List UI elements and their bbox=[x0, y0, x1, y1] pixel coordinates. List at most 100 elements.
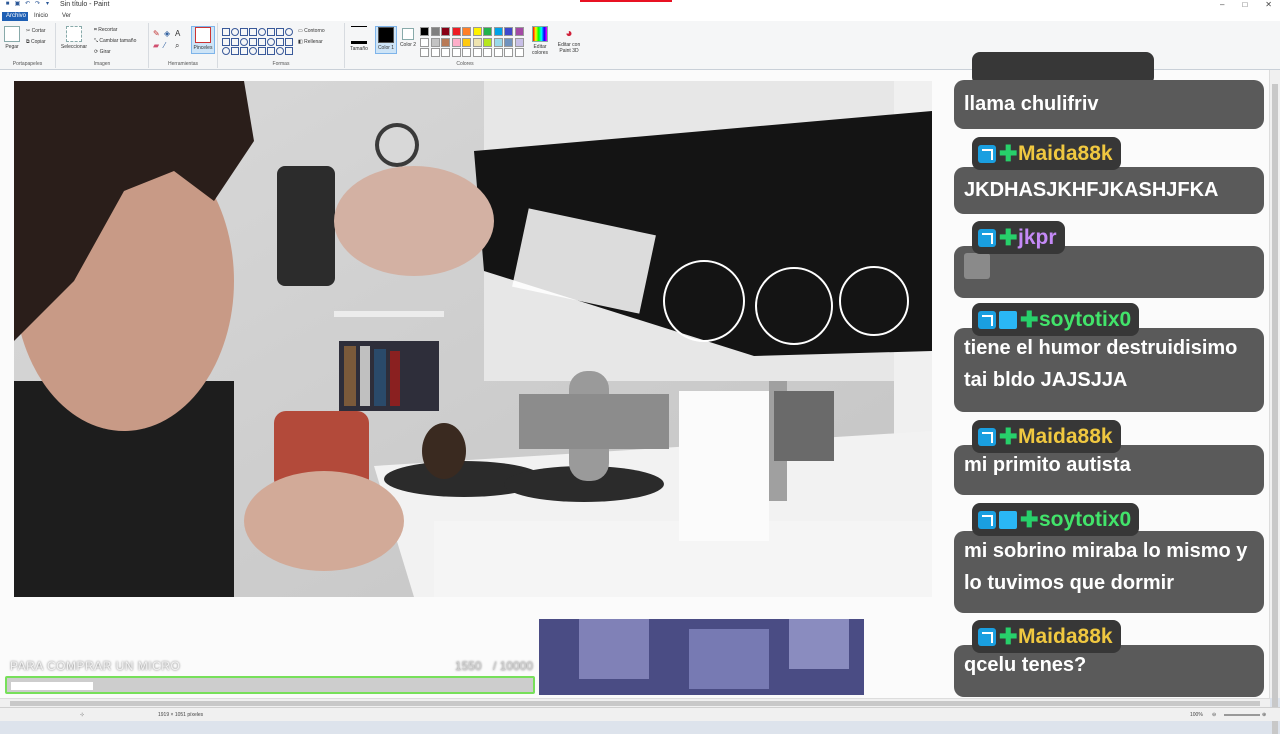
shape-tool-icon[interactable] bbox=[258, 47, 266, 55]
shape-tool-icon[interactable] bbox=[285, 37, 293, 46]
tab-home[interactable]: Inicio bbox=[30, 12, 52, 21]
shape-tool-icon[interactable] bbox=[276, 28, 284, 36]
outline-icon: ▭ bbox=[298, 28, 303, 34]
edit-colors-button[interactable]: Editar colores bbox=[528, 26, 552, 56]
resize-button[interactable]: ⤡ Cambiar tamaño bbox=[94, 38, 136, 44]
color-swatch[interactable] bbox=[441, 27, 450, 36]
custom-color-swatch[interactable] bbox=[430, 48, 440, 57]
color-swatch[interactable] bbox=[430, 37, 440, 47]
username-box: ✚ jkpr bbox=[972, 221, 1065, 254]
text-icon[interactable]: A bbox=[175, 29, 180, 38]
zoom-in-icon[interactable]: ⊕ bbox=[1262, 712, 1266, 718]
color-picker-icon[interactable]: ⁄ bbox=[164, 41, 165, 50]
shape-tool-icon[interactable] bbox=[231, 47, 239, 55]
color-swatch[interactable] bbox=[472, 37, 482, 47]
shape-tool-icon[interactable] bbox=[222, 28, 230, 36]
custom-color-swatch[interactable] bbox=[493, 48, 503, 57]
color-swatch[interactable] bbox=[504, 37, 513, 47]
webcam-scene bbox=[14, 81, 932, 597]
crop-button[interactable]: ⌗ Recortar bbox=[94, 27, 117, 33]
custom-color-swatch[interactable] bbox=[451, 48, 461, 57]
tab-view[interactable]: Ver bbox=[58, 12, 75, 21]
redo-icon[interactable]: ↷ bbox=[34, 1, 41, 8]
select-icon bbox=[66, 26, 82, 42]
undo-icon[interactable]: ↶ bbox=[24, 1, 31, 8]
shape-tool-icon[interactable] bbox=[222, 37, 230, 46]
custom-color-swatch[interactable] bbox=[441, 48, 450, 57]
copy-button[interactable]: ⧉ Copiar bbox=[26, 39, 46, 45]
shape-tool-icon[interactable] bbox=[240, 37, 248, 46]
eraser-icon[interactable]: ▰ bbox=[153, 41, 159, 50]
shape-tool-icon[interactable] bbox=[285, 28, 293, 36]
paste-button[interactable]: Pegar bbox=[4, 26, 20, 50]
color-swatch[interactable] bbox=[483, 27, 492, 36]
brushes-button[interactable]: Pinceles bbox=[191, 26, 215, 54]
shape-tool-icon[interactable] bbox=[276, 47, 284, 55]
shape-tool-icon[interactable] bbox=[285, 47, 293, 55]
minimize-icon[interactable]: – bbox=[1220, 0, 1224, 9]
colors-group: Tamaño Color 1 Color 2 Editar colores ◕ … bbox=[345, 23, 585, 68]
fill-bucket-icon[interactable]: ◈ bbox=[164, 29, 170, 38]
shape-tool-icon[interactable] bbox=[258, 37, 266, 46]
shape-tool-icon[interactable] bbox=[240, 47, 248, 55]
select-button[interactable]: Seleccionar bbox=[60, 26, 88, 50]
color1-button[interactable]: Color 1 bbox=[375, 26, 397, 54]
scroll-thumb[interactable] bbox=[10, 701, 1260, 706]
color-swatch[interactable] bbox=[514, 37, 524, 47]
shape-tool-icon[interactable] bbox=[267, 47, 275, 55]
shape-tool-icon[interactable] bbox=[240, 28, 248, 36]
shape-tool-icon[interactable] bbox=[231, 37, 239, 46]
maximize-icon[interactable]: □ bbox=[1242, 0, 1247, 9]
shape-tool-icon[interactable] bbox=[276, 37, 284, 46]
color-swatch[interactable] bbox=[441, 37, 450, 47]
shape-tool-icon[interactable] bbox=[267, 28, 275, 36]
color-swatch[interactable] bbox=[462, 37, 471, 47]
shape-tool-icon[interactable] bbox=[231, 28, 239, 36]
color-swatch[interactable] bbox=[420, 37, 429, 47]
fill-button[interactable]: ◧ Rellenar bbox=[298, 39, 323, 45]
customize-icon[interactable]: ▾ bbox=[44, 1, 51, 8]
color-swatch[interactable] bbox=[430, 27, 440, 36]
custom-color-swatch[interactable] bbox=[483, 48, 492, 57]
outline-button[interactable]: ▭ Contorno bbox=[298, 28, 325, 34]
zoom-slider[interactable] bbox=[1224, 714, 1260, 716]
color1-swatch bbox=[378, 27, 394, 43]
color-swatch[interactable] bbox=[514, 27, 524, 36]
color-swatch[interactable] bbox=[420, 27, 429, 36]
color2-button[interactable]: Color 2 bbox=[398, 26, 418, 48]
overlay-graphic bbox=[539, 619, 864, 695]
custom-color-swatch[interactable] bbox=[514, 48, 524, 57]
shape-tool-icon[interactable] bbox=[249, 28, 257, 36]
shape-tool-icon[interactable] bbox=[249, 47, 257, 55]
color-swatch[interactable] bbox=[493, 27, 503, 36]
custom-color-swatch[interactable] bbox=[472, 48, 482, 57]
shape-tool-icon[interactable] bbox=[258, 28, 266, 36]
custom-color-swatch[interactable] bbox=[462, 48, 471, 57]
pencil-icon[interactable]: ✎ bbox=[153, 29, 160, 38]
magnifier-icon[interactable]: ⌕ bbox=[175, 41, 179, 51]
shape-tool-icon[interactable] bbox=[222, 47, 230, 55]
color-swatch[interactable] bbox=[504, 27, 513, 36]
custom-color-swatch[interactable] bbox=[504, 48, 513, 57]
vertical-scrollbar[interactable] bbox=[1269, 70, 1280, 734]
shapes-gallery[interactable] bbox=[222, 28, 294, 58]
save-icon[interactable]: ▣ bbox=[14, 1, 21, 8]
shape-tool-icon[interactable] bbox=[249, 37, 257, 46]
color-swatch[interactable] bbox=[483, 37, 492, 47]
size-button[interactable]: Tamaño bbox=[347, 26, 371, 52]
paint3d-button[interactable]: ◕ Editar con Paint 3D bbox=[555, 26, 583, 54]
zoom-out-icon[interactable]: ⊖ bbox=[1212, 712, 1216, 718]
shape-tool-icon[interactable] bbox=[267, 37, 275, 46]
tab-file[interactable]: Archivo bbox=[2, 12, 28, 21]
color-swatch[interactable] bbox=[493, 37, 503, 47]
color-swatch[interactable] bbox=[451, 37, 461, 47]
close-icon[interactable]: ✕ bbox=[1265, 0, 1272, 9]
color-swatch[interactable] bbox=[462, 27, 471, 36]
color-swatch[interactable] bbox=[451, 27, 461, 36]
prime-icon bbox=[978, 510, 996, 529]
cut-button[interactable]: ✂ Cortar bbox=[26, 28, 46, 34]
custom-color-swatch[interactable] bbox=[420, 48, 429, 57]
scroll-thumb[interactable] bbox=[1272, 84, 1278, 734]
rotate-button[interactable]: ⟳ Girar bbox=[94, 49, 111, 55]
color-swatch[interactable] bbox=[472, 27, 482, 36]
